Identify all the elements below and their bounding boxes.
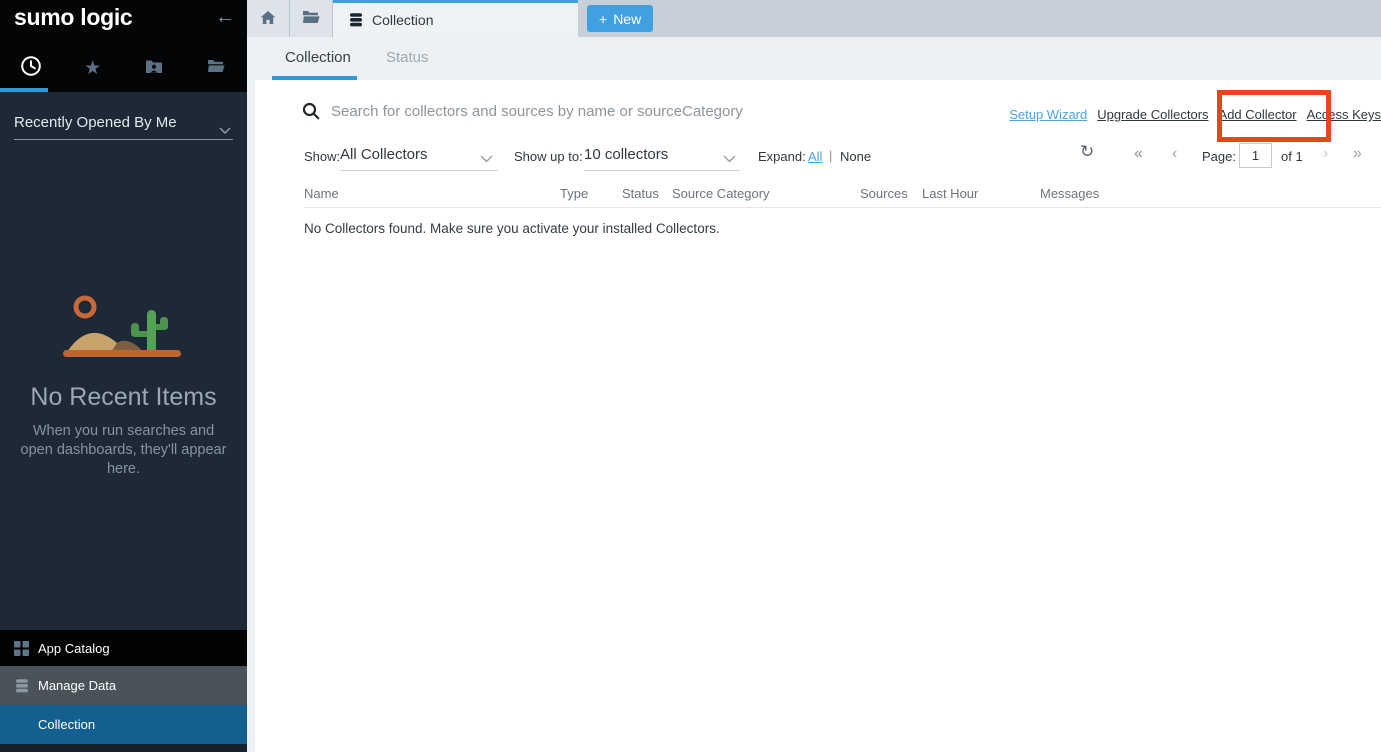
grid-icon (14, 641, 30, 656)
database-icon (348, 12, 364, 28)
chevron-down-icon[interactable] (723, 150, 736, 168)
star-icon: ★ (84, 59, 101, 78)
clock-icon (20, 55, 42, 82)
sub-tab-bar: Collection Status (247, 37, 1381, 80)
show-label: Show: (304, 149, 340, 164)
tab-label: Collection (372, 12, 433, 28)
sidebar-item-collection[interactable]: Collection (0, 705, 247, 744)
main-area: Collection + New Collection Status Setup… (247, 0, 1381, 752)
recent-filter-divider (14, 139, 233, 140)
no-recent-items-title: No Recent Items (0, 383, 247, 412)
sidebar-item-label: App Catalog (38, 641, 110, 656)
desert-illustration (63, 293, 183, 368)
refresh-icon[interactable]: ↻ (1080, 142, 1094, 162)
sidebar: sumo logic ← ★ (0, 0, 247, 752)
expand-all-link[interactable]: All (808, 149, 822, 164)
new-button[interactable]: + New (587, 5, 653, 32)
subtab-status[interactable]: Status (386, 49, 429, 66)
column-header-sources: Sources (860, 186, 908, 201)
column-header-type: Type (560, 186, 588, 201)
sidebar-item-manage-data[interactable]: Manage Data (0, 666, 247, 705)
sidebar-tab-favorites[interactable]: ★ (62, 48, 124, 88)
sumo-logic-app: sumo logic ← ★ (0, 0, 1381, 752)
subtab-collection[interactable]: Collection (285, 49, 351, 66)
next-page-button[interactable]: › (1323, 146, 1328, 162)
sidebar-header: sumo logic ← ★ (0, 0, 247, 92)
show-dropdown[interactable]: All Collectors (340, 146, 428, 163)
new-button-label: New (613, 11, 641, 27)
column-header-messages: Messages (1040, 186, 1099, 201)
collapse-sidebar-button[interactable]: ← (215, 6, 235, 29)
recent-filter-label: Recently Opened By Me (14, 114, 177, 131)
expand-label: Expand: (758, 149, 806, 164)
home-button[interactable] (247, 0, 290, 37)
column-header-name: Name (304, 186, 339, 201)
sidebar-tab-personal-folder[interactable] (124, 48, 186, 88)
setup-wizard-link[interactable]: Setup Wizard (1009, 107, 1087, 122)
column-header-status: Status (622, 186, 659, 201)
page-label: Page: (1202, 149, 1236, 164)
collector-links: Setup Wizard Upgrade Collectors Add Coll… (1009, 107, 1381, 122)
first-page-button[interactable]: « (1134, 146, 1143, 162)
sidebar-tab-library[interactable] (185, 48, 247, 88)
upgrade-collectors-link[interactable]: Upgrade Collectors (1097, 107, 1208, 122)
tab-collection[interactable]: Collection (333, 0, 578, 37)
plus-icon: + (599, 11, 607, 27)
sidebar-item-app-catalog[interactable]: App Catalog (0, 630, 247, 666)
show-up-to-underline (584, 170, 740, 171)
prev-page-button[interactable]: ‹ (1172, 146, 1177, 162)
active-tab-indicator (0, 88, 48, 92)
library-button[interactable] (290, 0, 333, 37)
sidebar-item-label: Manage Data (38, 678, 116, 693)
collection-panel: Setup Wizard Upgrade Collectors Add Coll… (255, 80, 1381, 752)
add-collector-link[interactable]: Add Collector (1219, 107, 1297, 122)
open-folder-icon (302, 10, 320, 27)
page-of-label: of 1 (1281, 149, 1303, 164)
chevron-down-icon[interactable] (480, 150, 493, 168)
column-header-source-category: Source Category (672, 186, 770, 201)
sidebar-item-label: Collection (38, 717, 95, 732)
top-tab-bar: Collection + New (247, 0, 1381, 37)
show-dropdown-underline (340, 170, 498, 171)
person-folder-icon (145, 58, 163, 79)
sidebar-tabs: ★ (0, 48, 247, 88)
search-input[interactable] (331, 96, 991, 126)
sumo-logic-logo: sumo logic (14, 4, 132, 31)
recent-filter-dropdown[interactable]: Recently Opened By Me (0, 104, 247, 144)
open-folder-icon (207, 59, 225, 78)
sidebar-bottom-strip (0, 744, 247, 752)
show-up-to-label: Show up to: (514, 149, 583, 164)
search-icon (302, 102, 320, 125)
column-header-last-hour: Last Hour (922, 186, 978, 201)
expand-none-link[interactable]: None (840, 149, 871, 164)
last-page-button[interactable]: » (1353, 146, 1362, 162)
database-icon (14, 678, 30, 694)
chevron-down-icon (219, 121, 231, 139)
table-header-divider (304, 207, 1381, 208)
sidebar-tab-recents[interactable] (0, 48, 62, 88)
empty-state-message: No Collectors found. Make sure you activ… (304, 221, 720, 236)
access-keys-link[interactable]: Access Keys (1307, 107, 1381, 122)
home-icon (260, 10, 276, 28)
left-arrow-icon: ← (215, 6, 235, 28)
show-up-to-dropdown[interactable]: 10 collectors (584, 146, 668, 163)
no-recent-items-subtitle: When you run searches and open dashboard… (18, 422, 229, 479)
expand-separator: | (829, 148, 832, 163)
page-number-input[interactable] (1239, 143, 1272, 168)
